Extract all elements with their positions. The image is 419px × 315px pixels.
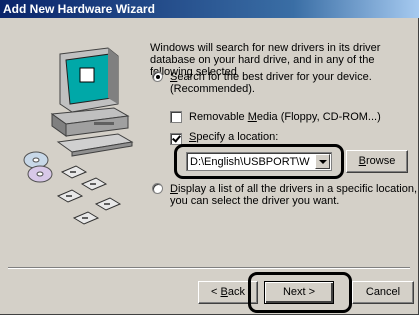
specify-location-label[interactable]: Specify a location:	[189, 131, 278, 143]
display-list-radio[interactable]	[152, 183, 163, 194]
search-radio-label-line2: (Recommended).	[170, 83, 255, 95]
search-radio-label[interactable]: Search for the best driver for your devi…	[170, 71, 372, 83]
cd-icon	[23, 151, 53, 183]
monitor-icon	[50, 47, 134, 157]
wizard-illustration	[23, 47, 134, 225]
removable-media-label[interactable]: Removable Media (Floppy, CD-ROM...)	[189, 111, 381, 123]
wizard-dialog: Add New Hardware Wizard Windows will sea…	[0, 0, 419, 315]
divider-highlight	[8, 268, 410, 269]
cancel-button[interactable]: Cancel	[352, 281, 414, 304]
display-list-label-line2: you can select the driver you want.	[170, 195, 340, 207]
removable-media-checkbox[interactable]	[170, 111, 182, 123]
search-radio[interactable]	[152, 71, 163, 82]
title-bar[interactable]: Add New Hardware Wizard	[0, 0, 419, 18]
display-list-label[interactable]: Display a list of all the drivers in a s…	[170, 183, 419, 195]
browse-button[interactable]: Browse	[346, 150, 408, 173]
window-title: Add New Hardware Wizard	[3, 2, 155, 16]
next-callout	[248, 272, 352, 313]
location-callout	[174, 144, 344, 179]
